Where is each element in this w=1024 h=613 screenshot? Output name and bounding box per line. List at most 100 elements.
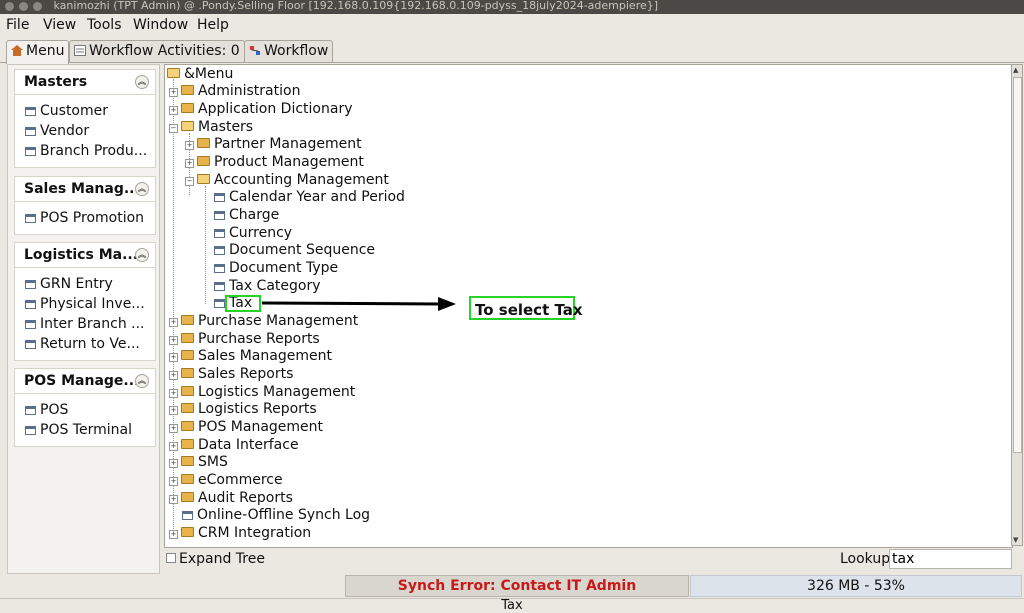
- scroll-up-icon[interactable]: ▲: [1013, 66, 1018, 74]
- tree-node[interactable]: + Administration: [169, 82, 300, 100]
- window-icon: [25, 426, 36, 435]
- memory-usage[interactable]: 326 MB - 53%: [690, 575, 1022, 597]
- tree-node[interactable]: + Application Dictionary: [169, 100, 352, 118]
- tree-node[interactable]: − Accounting Management: [185, 171, 389, 189]
- collapse-node-icon[interactable]: −: [185, 177, 194, 186]
- scrollbar-thumb[interactable]: [1013, 77, 1022, 453]
- sidebar-item-pos-terminal[interactable]: POS Terminal: [15, 420, 155, 440]
- window-icon: [25, 107, 36, 116]
- sidebar-item-pos-promotion[interactable]: POS Promotion: [15, 208, 155, 228]
- expand-icon[interactable]: +: [185, 159, 194, 168]
- expand-icon[interactable]: +: [169, 88, 178, 97]
- collapse-icon[interactable]: ︽: [135, 248, 149, 262]
- tax-highlight-box: [225, 295, 261, 312]
- sidebar-item-customer[interactable]: Customer: [15, 101, 155, 121]
- tab-workflow-activities[interactable]: Workflow Activities: 0: [69, 40, 245, 62]
- tree-node[interactable]: + Logistics Management: [169, 383, 355, 401]
- lookup-input[interactable]: [889, 549, 1012, 569]
- expand-icon[interactable]: +: [169, 442, 178, 451]
- tab-menu[interactable]: Menu: [6, 40, 70, 64]
- menu-help[interactable]: Help: [197, 17, 229, 33]
- expand-icon[interactable]: +: [169, 353, 178, 362]
- tree-node[interactable]: + POS Management: [169, 418, 323, 436]
- folder-icon: [181, 368, 194, 378]
- tree-node-root[interactable]: &Menu: [167, 65, 233, 83]
- status-row: Synch Error: Contact IT Admin 326 MB - 5…: [0, 573, 1024, 597]
- collapse-icon[interactable]: ︽: [135, 75, 149, 89]
- expand-icon[interactable]: +: [169, 318, 178, 327]
- expand-icon[interactable]: +: [169, 336, 178, 345]
- menu-window[interactable]: Window: [133, 17, 188, 33]
- window-icon: [25, 320, 36, 329]
- expand-icon[interactable]: +: [169, 495, 178, 504]
- folder-open-icon: [167, 68, 180, 78]
- tree-node[interactable]: + Data Interface: [169, 436, 299, 454]
- sidebar-item-grn-entry[interactable]: GRN Entry: [15, 274, 155, 294]
- menu-tools[interactable]: Tools: [87, 17, 122, 33]
- sidebar-item-branch-product[interactable]: Branch Produ...: [15, 141, 155, 161]
- collapse-icon[interactable]: ︽: [135, 182, 149, 196]
- tab-menu-label: Menu: [26, 43, 65, 59]
- tree-leaf[interactable]: Tax Category: [214, 277, 321, 295]
- expand-icon[interactable]: +: [169, 477, 178, 486]
- expand-icon[interactable]: +: [169, 371, 178, 380]
- menu-file[interactable]: File: [6, 17, 29, 33]
- sidebar-section-header[interactable]: Sales Manag... ︽: [15, 177, 155, 202]
- synch-error-status[interactable]: Synch Error: Contact IT Admin: [345, 575, 689, 597]
- expand-icon[interactable]: +: [185, 141, 194, 150]
- tree-guide-line: [205, 186, 206, 304]
- tree-node[interactable]: + Purchase Reports: [169, 330, 320, 348]
- sidebar-item-physical-inventory[interactable]: Physical Inve...: [15, 294, 155, 314]
- tree-node[interactable]: + Sales Reports: [169, 365, 293, 383]
- tree-leaf[interactable]: Calendar Year and Period: [214, 188, 405, 206]
- expand-icon[interactable]: +: [169, 406, 178, 415]
- tab-workflow[interactable]: Workflow: [244, 40, 334, 62]
- tree-node[interactable]: + Audit Reports: [169, 489, 293, 507]
- tree-scrollbar[interactable]: ▲ ▼: [1011, 64, 1023, 546]
- tree-node[interactable]: + Logistics Reports: [169, 400, 317, 418]
- tree-leaf[interactable]: Currency: [214, 224, 292, 242]
- sidebar-item-pos[interactable]: POS: [15, 400, 155, 420]
- window-icon: [25, 280, 36, 289]
- tree-node[interactable]: + SMS: [169, 453, 228, 471]
- sidebar-section-header[interactable]: POS Manage... ︽: [15, 369, 155, 394]
- sidebar-item-vendor[interactable]: Vendor: [15, 121, 155, 141]
- expand-icon[interactable]: +: [169, 530, 178, 539]
- collapse-icon[interactable]: ︽: [135, 374, 149, 388]
- tree-node[interactable]: + Product Management: [185, 153, 364, 171]
- sidebar-item-inter-branch[interactable]: Inter Branch ...: [15, 314, 155, 334]
- tab-workflow-activities-label: Workflow Activities: 0: [89, 43, 240, 59]
- status-footer: Tax: [0, 598, 1024, 613]
- tree-leaf[interactable]: Document Type: [214, 259, 338, 277]
- expand-tree-checkbox[interactable]: [166, 553, 176, 563]
- tree-node[interactable]: + eCommerce: [169, 471, 283, 489]
- scroll-down-icon[interactable]: ▼: [1013, 536, 1018, 544]
- window-icon: [25, 300, 36, 309]
- sidebar-item-return-to-vendor[interactable]: Return to Ve...: [15, 334, 155, 354]
- window-icon: [214, 229, 225, 238]
- expand-icon[interactable]: +: [169, 459, 178, 468]
- tree-bottom-bar: Expand Tree Lookup: [164, 549, 1024, 571]
- tree-node[interactable]: + CRM Integration: [169, 524, 311, 542]
- expand-icon[interactable]: +: [169, 424, 178, 433]
- maximize-window-icon[interactable]: [33, 2, 42, 11]
- menu-view[interactable]: View: [43, 17, 76, 33]
- folder-icon: [181, 350, 194, 360]
- collapse-node-icon[interactable]: −: [169, 124, 178, 133]
- folder-icon: [197, 156, 210, 166]
- sidebar-section-header[interactable]: Masters ︽: [15, 70, 155, 95]
- folder-icon: [181, 315, 194, 325]
- tree-node[interactable]: + Partner Management: [185, 135, 362, 153]
- sidebar-section-header[interactable]: Logistics Ma... ︽: [15, 243, 155, 268]
- window-icon: [214, 193, 225, 202]
- tree-node[interactable]: − Masters: [169, 118, 253, 136]
- tree-node[interactable]: + Purchase Management: [169, 312, 358, 330]
- expand-icon[interactable]: +: [169, 389, 178, 398]
- minimize-window-icon[interactable]: [19, 2, 28, 11]
- tree-leaf[interactable]: Charge: [214, 206, 279, 224]
- tree-leaf[interactable]: Document Sequence: [214, 241, 375, 259]
- close-window-icon[interactable]: [5, 2, 14, 11]
- tree-node[interactable]: + Sales Management: [169, 347, 332, 365]
- expand-icon[interactable]: +: [169, 106, 178, 115]
- tree-leaf[interactable]: Online-Offline Synch Log: [182, 506, 370, 524]
